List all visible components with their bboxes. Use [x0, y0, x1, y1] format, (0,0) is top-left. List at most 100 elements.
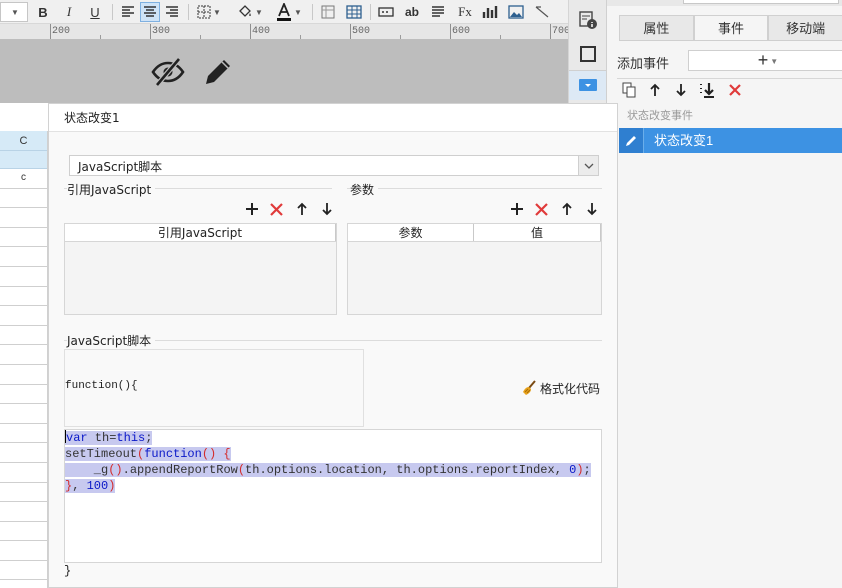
selected-row-band: [0, 151, 47, 169]
code-line[interactable]: _g().appendReportRow(th.options.location…: [65, 462, 591, 478]
code-token: th=: [87, 431, 117, 445]
ruler-label: 300: [152, 26, 171, 37]
event-list-item[interactable]: 状态改变1: [619, 128, 842, 153]
ruler-tick: [450, 24, 451, 39]
tab-properties[interactable]: 属性: [619, 15, 694, 40]
ref-js-group-title: 引用JavaScript: [67, 181, 156, 198]
align-right-icon[interactable]: [162, 2, 182, 22]
code-line[interactable]: }, 100): [65, 478, 591, 494]
sheet-cell[interactable]: [0, 463, 47, 483]
code-token: ): [576, 463, 584, 477]
tab-mobile[interactable]: 移动端: [768, 15, 842, 40]
bold-button[interactable]: B: [34, 2, 52, 22]
event-group-label: 状态改变事件: [627, 110, 693, 122]
add-event-button[interactable]: + ▼: [688, 50, 842, 71]
slash-icon[interactable]: [532, 2, 552, 22]
move-up-icon[interactable]: [645, 80, 665, 100]
sheet-cell[interactable]: [0, 228, 47, 248]
properties-panel: 属性 事件 移动端 添加事件 + ▼ 状态改变事件 状态改变1: [606, 0, 842, 588]
move-up-icon[interactable]: [289, 200, 314, 218]
sheet-cell[interactable]: [0, 247, 47, 267]
action-type-select[interactable]: JavaScript脚本: [69, 155, 599, 176]
align-center-icon[interactable]: [140, 2, 160, 22]
formula-button[interactable]: Fx: [454, 2, 476, 22]
ruler-minor-tick: [300, 35, 301, 39]
add-icon[interactable]: [504, 200, 529, 218]
selected-code: setTimeout(function() {: [65, 447, 231, 461]
delete-icon[interactable]: [264, 200, 289, 218]
format-code-label: 格式化代码: [540, 381, 601, 396]
sheet-cell[interactable]: [0, 404, 47, 424]
widget-name-input[interactable]: [683, 0, 839, 4]
fill-color-icon[interactable]: ▼: [234, 2, 266, 22]
copy-icon[interactable]: [619, 80, 639, 100]
delete-icon[interactable]: [529, 200, 554, 218]
code-line[interactable]: var th=this;: [65, 430, 591, 446]
sheet-cell[interactable]: [0, 443, 47, 463]
italic-button[interactable]: I: [60, 2, 78, 22]
sheet-cell[interactable]: [0, 189, 47, 209]
border-icon[interactable]: ▼: [194, 2, 224, 22]
sheet-cell[interactable]: [0, 502, 47, 522]
spreadsheet-column: C c: [0, 131, 48, 588]
align-left-icon[interactable]: [118, 2, 138, 22]
sheet-cell[interactable]: c: [0, 169, 47, 189]
frame-icon[interactable]: [578, 44, 598, 64]
sheet-cell[interactable]: [0, 522, 47, 542]
sheet-cell[interactable]: [0, 365, 47, 385]
font-size-dropdown[interactable]: ▼: [0, 2, 28, 22]
params-table: 参数 值: [347, 223, 602, 315]
code-token: this: [116, 431, 146, 445]
sheet-cell[interactable]: [0, 345, 47, 365]
chart-icon[interactable]: [480, 2, 500, 22]
sheet-cell[interactable]: [0, 385, 47, 405]
cell-style-icon[interactable]: [318, 2, 338, 22]
table-grid-icon[interactable]: [344, 2, 364, 22]
sheet-cell[interactable]: [0, 208, 47, 228]
sheet-cell[interactable]: [0, 287, 47, 307]
code-editor[interactable]: var th=this; setTimeout(function() { _g()…: [64, 429, 602, 563]
code-content[interactable]: var th=this; setTimeout(function() { _g()…: [65, 430, 591, 494]
code-line[interactable]: setTimeout(function() {: [65, 446, 591, 462]
sheet-cell[interactable]: [0, 541, 47, 561]
param-column-header: 参数: [348, 224, 474, 241]
widget-settings-icon[interactable]: [578, 10, 598, 30]
format-code-button[interactable]: 格式化代码: [521, 379, 600, 397]
sheet-cell[interactable]: [0, 561, 47, 581]
underline-button[interactable]: U: [86, 2, 104, 22]
add-icon[interactable]: [239, 200, 264, 218]
ruler-minor-tick: [100, 35, 101, 39]
params-table-header: 参数 值: [348, 224, 601, 242]
column-header-c[interactable]: C: [0, 131, 47, 151]
font-color-icon[interactable]: ▼: [272, 2, 306, 22]
sheet-cell[interactable]: [0, 306, 47, 326]
image-icon[interactable]: [506, 2, 526, 22]
move-down-icon[interactable]: [671, 80, 691, 100]
sheet-cell[interactable]: [0, 326, 47, 346]
move-up-icon[interactable]: [554, 200, 579, 218]
event-panel-icon[interactable]: [578, 75, 598, 95]
text-ab-button[interactable]: ab: [402, 2, 422, 22]
ruler-minor-tick: [200, 35, 201, 39]
move-down-icon[interactable]: [314, 200, 339, 218]
ref-js-column-header: 引用JavaScript: [65, 224, 336, 241]
edit-pencil-icon[interactable]: [619, 128, 644, 153]
separator: [188, 4, 189, 20]
dialog-title: 状态改变1: [49, 104, 617, 132]
code-token: ,: [72, 479, 87, 493]
paragraph-icon[interactable]: [428, 2, 448, 22]
sheet-cell[interactable]: [0, 267, 47, 287]
ruler-tick: [550, 24, 551, 39]
delete-icon[interactable]: [725, 80, 745, 100]
code-token: th.options.location, th.options.reportIn…: [245, 463, 570, 477]
move-bottom-icon[interactable]: [697, 80, 717, 100]
text-field-icon[interactable]: [376, 2, 396, 22]
sheet-cell[interactable]: [0, 424, 47, 444]
move-down-icon[interactable]: [579, 200, 604, 218]
sheet-cell[interactable]: [0, 483, 47, 503]
tab-events[interactable]: 事件: [693, 15, 769, 40]
chevron-down-icon[interactable]: [578, 156, 598, 175]
code-token: (: [237, 463, 246, 477]
pencil-icon[interactable]: [200, 54, 236, 90]
eye-hidden-icon[interactable]: [150, 54, 186, 90]
